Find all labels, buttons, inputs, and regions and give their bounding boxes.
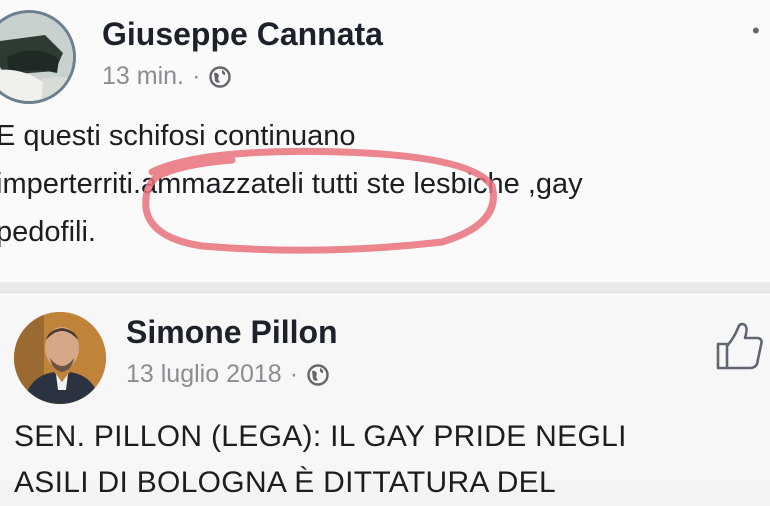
more-options-icon[interactable]: •: [752, 20, 770, 42]
post-text-line: SEN. PILLON (LEGA): IL GAY PRIDE NEGLI: [14, 420, 627, 453]
post-meta: 13 luglio 2018 ·: [126, 360, 330, 389]
post-text-line: imperterriti.ammazzateli tutti ste lesbi…: [0, 168, 583, 200]
globe-icon: [306, 363, 330, 387]
post-author-name[interactable]: Giuseppe Cannata: [102, 16, 383, 53]
avatar[interactable]: [14, 312, 106, 404]
avatar[interactable]: [0, 10, 76, 104]
avatar-image: [14, 312, 106, 404]
feed-divider: [0, 282, 770, 292]
meta-separator: ·: [191, 62, 201, 90]
globe-icon: [208, 65, 232, 89]
post-giuseppe-cannata: Giuseppe Cannata 13 min. · • E questi sc…: [0, 0, 770, 282]
post-text: E questi schifosi continuano imperterrit…: [0, 112, 583, 256]
post-text-line: E questi schifosi continuano: [0, 120, 356, 152]
meta-separator: ·: [289, 360, 299, 388]
post-timestamp[interactable]: 13 min.: [102, 62, 184, 91]
like-thumb-icon[interactable]: [714, 320, 764, 372]
post-author-name[interactable]: Simone Pillon: [126, 314, 338, 351]
post-text-line: pedofili.: [0, 216, 96, 248]
avatar-image: [0, 13, 73, 101]
post-text: SEN. PILLON (LEGA): IL GAY PRIDE NEGLI A…: [14, 414, 627, 506]
post-meta: 13 min. ·: [102, 62, 232, 91]
post-timestamp[interactable]: 13 luglio 2018: [126, 360, 282, 389]
post-text-line: ASILI DI BOLOGNA È DITTATURA DEL: [14, 466, 556, 499]
